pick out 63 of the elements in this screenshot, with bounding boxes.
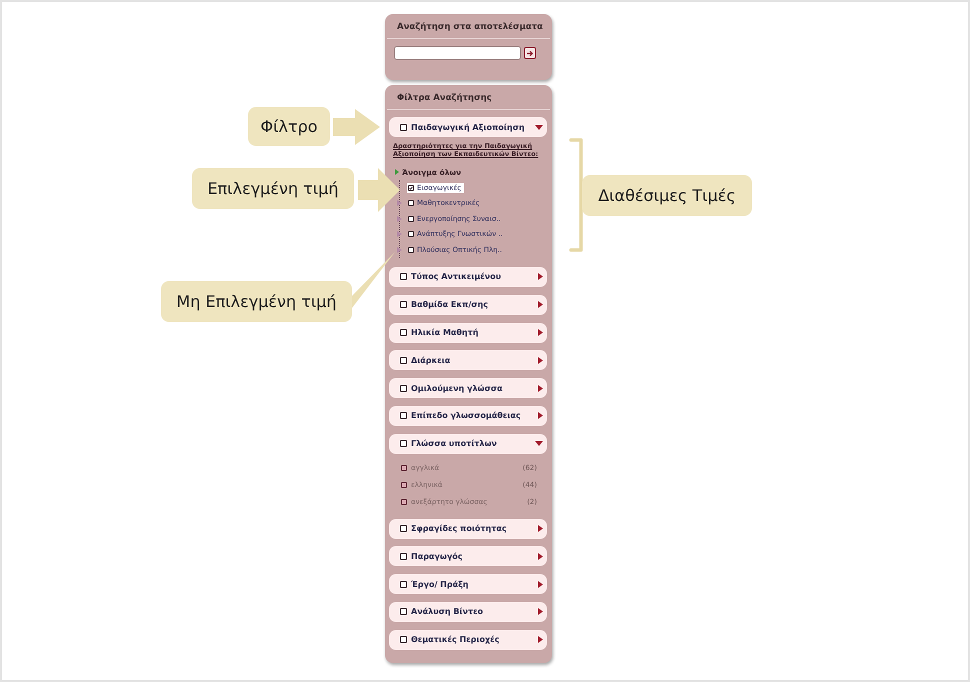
checkbox[interactable]: [400, 608, 407, 616]
checkbox[interactable]: [400, 301, 407, 308]
expand-arrow-icon[interactable]: [397, 231, 402, 238]
caret-icon[interactable]: [538, 412, 543, 420]
checkbox[interactable]: [401, 499, 407, 506]
search-field[interactable]: [394, 46, 521, 60]
filter-header[interactable]: Θεματικές Περιοχές: [389, 630, 547, 650]
checkbox[interactable]: [401, 465, 407, 472]
caret-icon[interactable]: [538, 552, 543, 560]
filter-header[interactable]: Παραγωγός: [389, 546, 547, 566]
arrow-icon: [526, 50, 534, 56]
filter-header[interactable]: Τύπος Αντικειμένου: [389, 266, 547, 287]
checkbox[interactable]: [401, 482, 407, 488]
caret-icon[interactable]: [538, 525, 543, 532]
callout: Επιλεγμένη τιμή: [192, 168, 354, 209]
panel-title: Φίλτρα Αναζήτησης: [396, 92, 493, 104]
filter-header[interactable]: Ηλικία Μαθητή: [389, 322, 547, 343]
triangle-icon: [395, 169, 399, 175]
checkbox[interactable]: [408, 184, 414, 191]
checkbox[interactable]: [400, 124, 407, 130]
callout-arrow: [358, 168, 400, 212]
filter-header[interactable]: Διάρκεια: [389, 350, 547, 370]
search-submit-button[interactable]: [524, 47, 536, 59]
caret-icon[interactable]: [535, 124, 543, 130]
filter-header[interactable]: Ομιλούμενη γλώσσα: [389, 378, 547, 398]
expand-arrow-icon[interactable]: [397, 216, 402, 222]
caret-icon[interactable]: [538, 384, 543, 392]
checkbox[interactable]: [400, 440, 407, 448]
callout: Φίλτρο: [248, 107, 330, 146]
caret-icon[interactable]: [538, 273, 543, 280]
caret-icon[interactable]: [538, 608, 543, 616]
filter-header[interactable]: Έργο/ Πράξη: [389, 574, 547, 594]
checkbox[interactable]: [408, 231, 414, 238]
checkbox[interactable]: [400, 525, 407, 532]
callout-arrow: [333, 109, 380, 145]
checkbox[interactable]: [400, 329, 407, 336]
checkbox[interactable]: [400, 580, 407, 588]
caret-icon[interactable]: [538, 636, 543, 644]
checkbox[interactable]: [400, 273, 407, 280]
checkbox[interactable]: [400, 356, 407, 364]
panel-title: Αναζήτηση στα αποτελέσματα: [396, 21, 544, 33]
checkbox[interactable]: [400, 636, 407, 644]
filter-header[interactable]: Παιδαγωγική Αξιοποίηση: [389, 117, 547, 137]
filter-header[interactable]: Σφραγίδες ποιότητας: [389, 518, 547, 539]
expand-arrow-icon[interactable]: [397, 246, 402, 253]
checkbox[interactable]: [400, 384, 407, 392]
checkbox[interactable]: [400, 552, 407, 560]
checkbox[interactable]: [408, 200, 414, 206]
filter-header[interactable]: Επίπεδο γλωσσομάθειας: [389, 406, 547, 426]
callout: Διαθέσιμες Τιμές: [582, 175, 752, 216]
caret-icon[interactable]: [538, 301, 543, 308]
filter-header[interactable]: Βαθμίδα Εκπ/σης: [389, 294, 547, 315]
callout: Μη Επιλεγμένη τιμή: [161, 281, 352, 322]
caret-icon[interactable]: [538, 329, 543, 336]
caret-icon[interactable]: [538, 580, 543, 588]
caret-icon[interactable]: [535, 441, 543, 446]
expand-arrow-icon[interactable]: [397, 200, 402, 206]
caret-icon[interactable]: [538, 356, 543, 364]
checkbox[interactable]: [408, 216, 414, 222]
checkbox[interactable]: [400, 412, 407, 420]
filter-header[interactable]: Γλώσσα υποτίτλων: [389, 434, 547, 454]
checkbox[interactable]: [408, 246, 414, 253]
filter-header[interactable]: Ανάλυση Βίντεο: [389, 602, 547, 622]
